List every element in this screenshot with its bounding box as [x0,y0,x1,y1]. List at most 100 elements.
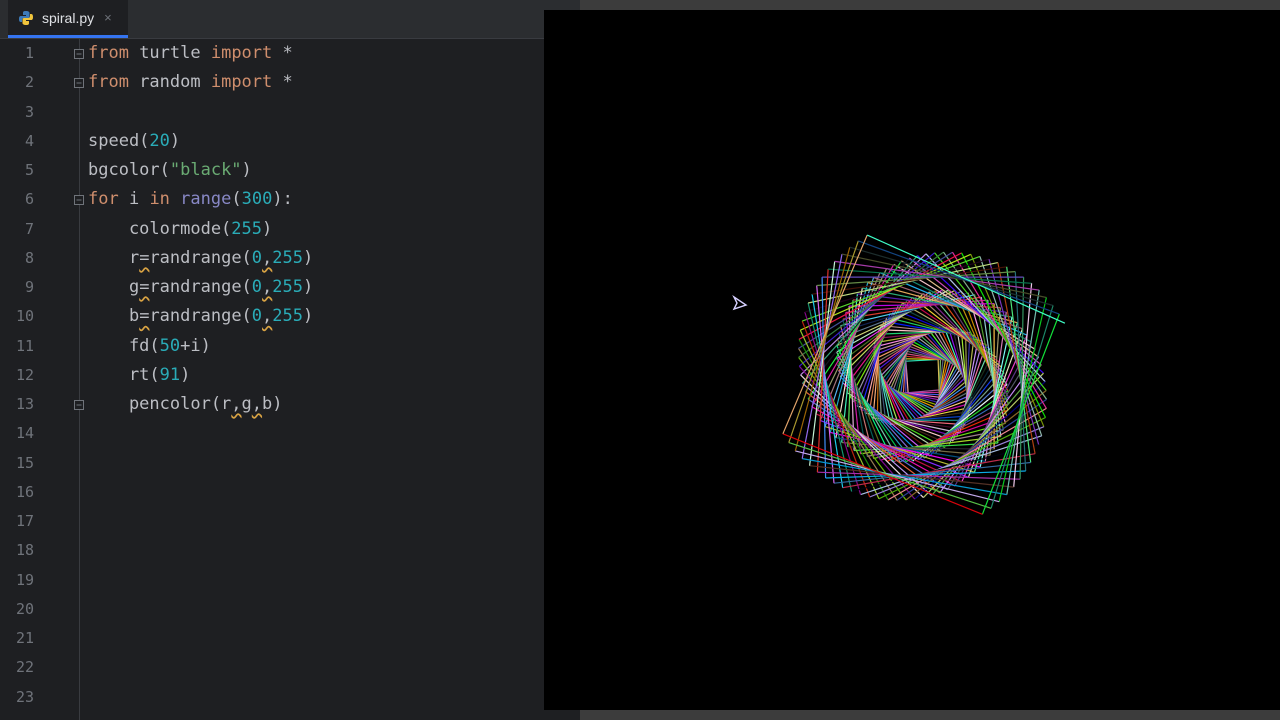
spiral-segment [809,465,1014,488]
line-number: 17 [15,512,34,530]
line-number: 1 [24,44,34,62]
code-token: 255 [231,218,263,239]
code-line[interactable]: for i in range(300): [88,185,293,214]
code-token: ) [303,277,314,297]
code-line[interactable]: r=randrange(0,255) [88,244,313,273]
code-token: ) [241,160,252,180]
code-line[interactable]: g=randrange(0,255) [88,273,313,302]
tab-bar: spiral.py × [0,0,580,39]
line-number: 9 [24,278,34,296]
code-line[interactable]: fd(50+i) [88,332,211,361]
line-number: 16 [15,482,34,501]
line-number: 12 [15,365,34,384]
line-number: 8 [24,248,34,267]
code-token: 0 [251,247,263,268]
code-token: , [262,247,273,268]
fold-marker-icon[interactable] [74,400,84,410]
code-token: , [251,394,263,414]
code-token: ) [262,218,273,239]
code-token: import [210,43,273,63]
code-token: randrange( [149,277,252,297]
close-icon[interactable]: × [104,10,112,25]
code-token: for [88,189,119,210]
code-token: randrange( [149,247,252,268]
line-number: 7 [24,219,34,238]
code-token: r [88,247,140,268]
code-token: ) [169,130,181,151]
line-number: 20 [15,599,34,618]
line-number-gutter: 1 2 3 4 5 6 7 8 9 10 11 12 13 14 15 16 17 18 19 20 21 22 23 [0,39,80,720]
turtle-arrow-icon [732,294,748,311]
code-token: , [262,277,273,297]
turtle-window-frame-bottom [580,710,1280,720]
code-token: ) [303,306,314,327]
code-token: 255 [272,277,304,297]
code-token: from [88,72,129,93]
code-line[interactable]: from random import * [88,68,293,97]
code-token: ) [180,364,191,385]
code-line[interactable]: bgcolor("black") [88,156,252,185]
code-token: 300 [241,189,273,210]
fold-marker-icon[interactable] [74,78,84,89]
code-token: from [88,43,129,63]
code-token: ) [303,247,314,268]
code-token: 50 [159,335,181,356]
code-token: 0 [251,306,263,327]
code-line[interactable]: from turtle import * [88,39,293,68]
code-token: 91 [159,364,181,385]
fold-marker-icon[interactable] [74,195,84,206]
code-token: turtle [128,43,211,63]
code-token: rt( [88,364,160,385]
code-token: , [231,394,242,414]
line-number: 13 [15,395,34,413]
fold-marker-icon[interactable] [74,49,84,59]
line-number: 21 [15,629,34,647]
spiral-drawing [732,234,1066,515]
code-token: b [88,306,140,327]
line-number: 3 [24,102,34,121]
code-token: 255 [272,247,304,268]
code-token: ): [272,189,293,210]
code-token: in [149,189,170,210]
code-token: "black" [169,160,242,180]
line-number: 15 [15,453,34,472]
code-line[interactable]: speed(20) [88,127,180,156]
code-token: i [118,189,150,210]
line-number: 18 [15,541,34,560]
line-number: 11 [15,336,34,355]
code-token: range [180,189,232,210]
spiral-segment [825,470,1026,479]
code-token: = [139,277,150,297]
line-number: 2 [24,73,34,92]
code-line[interactable]: pencolor(r,g,b) [88,390,283,419]
code-token: ( [231,189,242,210]
turtle-window-frame-top [580,0,1280,10]
code-line[interactable]: b=randrange(0,255) [88,302,313,331]
code-token: bgcolor( [88,160,170,180]
code-token: 0 [251,277,263,297]
code-token: 255 [272,306,304,327]
code-token: randrange( [149,306,252,327]
line-number: 5 [24,161,34,179]
code-token: random [128,72,211,93]
code-token: = [139,306,150,327]
code-token: g [88,277,140,297]
code-token: pencolor(r [88,394,232,414]
tab-spiral-py[interactable]: spiral.py × [8,0,128,38]
code-editor[interactable]: spiral.py × 1 2 3 4 5 6 7 8 9 10 11 12 13 14 15 16 17 18 1… [0,0,580,720]
code-token: fd( [88,335,160,356]
code-token: = [139,247,150,268]
code-token: +i) [180,335,211,356]
code-token: colormode( [88,218,232,239]
code-token: 20 [149,130,170,151]
line-number: 19 [15,570,34,589]
code-line[interactable]: colormode(255) [88,215,272,244]
code-token: , [262,306,273,327]
turtle-canvas [544,10,1280,710]
line-number: 10 [15,307,34,326]
line-number: 14 [15,424,34,443]
line-number: 6 [24,190,34,209]
code-token: * [272,43,293,63]
code-line[interactable]: rt(91) [88,361,190,390]
